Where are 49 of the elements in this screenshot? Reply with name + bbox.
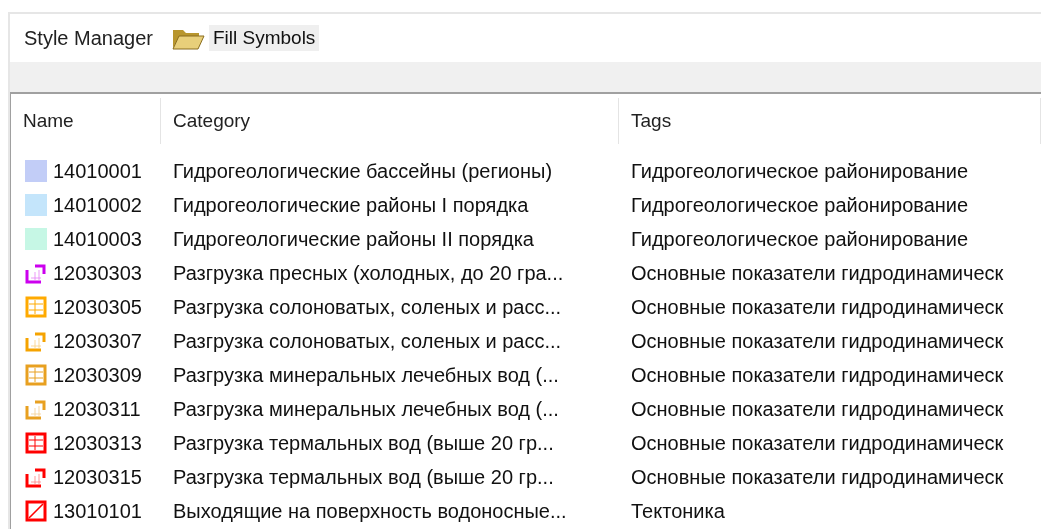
table-cell-text: Гидрогеологическое районирование xyxy=(630,159,970,183)
table-cell-text: Основные показатели гидродинамическ xyxy=(630,397,1005,421)
table-cell: 14010001 xyxy=(53,159,142,183)
table-cell: 12030305 xyxy=(53,295,142,319)
table-cell: 12030309 xyxy=(53,363,142,387)
table-cell-text: Гидрогеологические бассейны (регионы) xyxy=(172,159,554,183)
fill-symbol-icon xyxy=(25,500,47,522)
fill-symbol-icon xyxy=(25,296,47,318)
table-cell-text: Основные показатели гидродинамическ xyxy=(630,363,1005,387)
table-cell: 12030313 xyxy=(53,431,142,455)
column-header[interactable]: Name xyxy=(11,98,161,144)
table-cell: 14010002 xyxy=(53,193,142,217)
table-cell-text: Выходящие на поверхность водоносные... xyxy=(172,499,568,523)
table-cell-text: Основные показатели гидродинамическ xyxy=(630,261,1005,285)
table-cell-text: Разгрузка минеральных лечебных вод (... xyxy=(172,397,560,421)
table-cell-text: Основные показатели гидродинамическ xyxy=(630,295,1005,319)
fill-symbol-icon xyxy=(25,228,47,250)
fill-symbol-icon xyxy=(25,398,47,420)
table-cell: 12030315 xyxy=(53,465,142,489)
table-cell-text: Разгрузка термальных вод (выше 20 гр... xyxy=(172,465,555,489)
table-cell-text: Основные показатели гидродинамическ xyxy=(630,329,1005,353)
table-cell-text: Разгрузка солоноватых, соленых и расс... xyxy=(172,295,563,319)
fill-symbol-icon xyxy=(25,160,47,182)
fill-symbol-icon xyxy=(25,330,47,352)
table-cell: 12030311 xyxy=(53,397,141,421)
table-cell-text: Гидрогеологическое районирование xyxy=(630,193,970,217)
table-cell-text: Гидрогеологические районы I порядка xyxy=(172,193,530,217)
fill-symbol-icon xyxy=(25,466,47,488)
table-cell: 12030303 xyxy=(53,261,142,285)
table-cell-text: Разгрузка солоноватых, соленых и расс... xyxy=(172,329,563,353)
table-cell: 13010101 xyxy=(53,499,142,523)
table-cell-text: Разгрузка термальных вод (выше 20 гр... xyxy=(172,431,555,455)
column-header[interactable]: Category xyxy=(161,98,619,144)
fill-symbol-icon xyxy=(25,364,47,386)
table-cell-text: Тектоника xyxy=(630,499,726,523)
table-cell: 14010003 xyxy=(53,227,142,251)
table-cell-text: Гидрогеологические районы II порядка xyxy=(172,227,535,251)
fill-symbol-icon xyxy=(25,194,47,216)
table-cell-text: Гидрогеологическое районирование xyxy=(630,227,970,251)
window-title: Style Manager xyxy=(24,26,153,50)
folder-breadcrumb[interactable]: Fill Symbols xyxy=(208,25,320,51)
fill-symbol-icon xyxy=(25,432,47,454)
fill-symbol-icon xyxy=(25,262,47,284)
table-cell-text: Разгрузка пресных (холодных, до 20 гра... xyxy=(172,261,565,285)
table-cell-text: Разгрузка минеральных лечебных вод (... xyxy=(172,363,560,387)
table-cell-text: Основные показатели гидродинамическ xyxy=(630,465,1005,489)
column-header[interactable]: Tags xyxy=(619,98,1041,144)
table-cell: 12030307 xyxy=(53,329,142,353)
table-cell-text: Основные показатели гидродинамическ xyxy=(630,431,1005,455)
